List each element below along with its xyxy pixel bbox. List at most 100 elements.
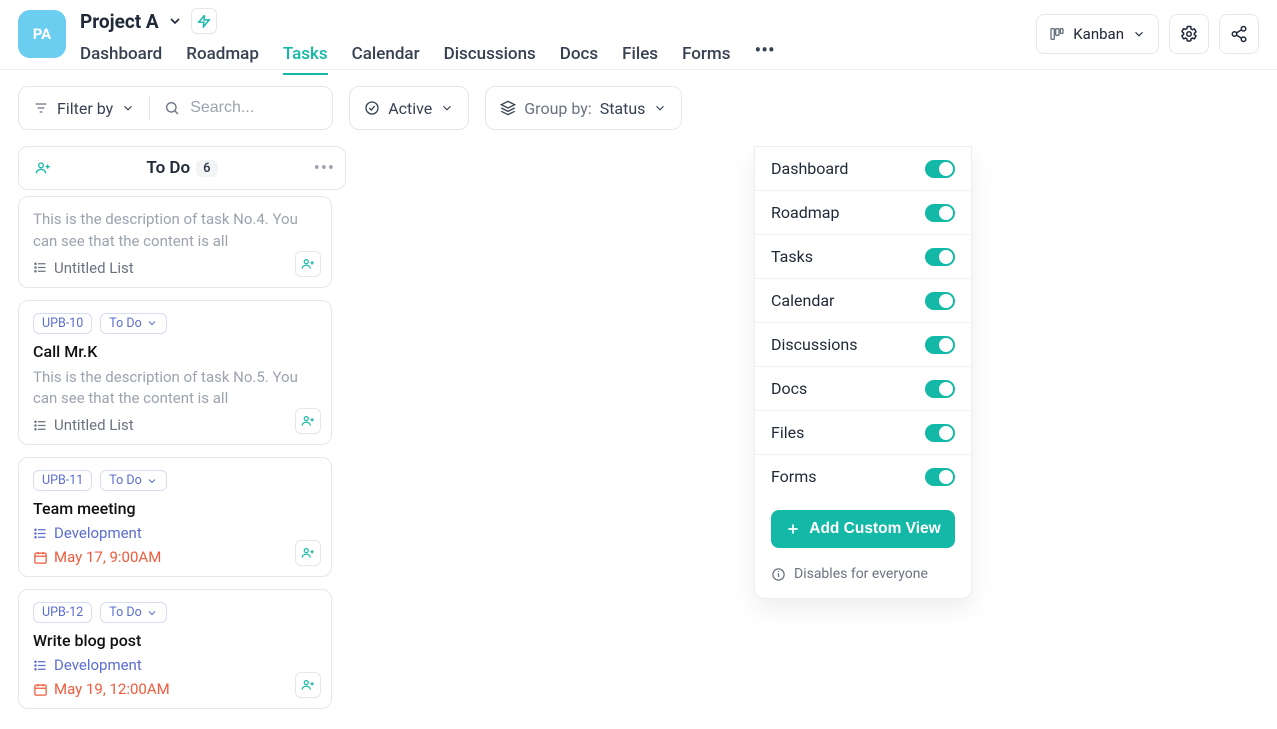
footnote-text: Disables for everyone: [794, 566, 928, 582]
dropdown-item-label: Discussions: [771, 335, 857, 354]
toggle-forms[interactable]: [925, 468, 955, 486]
toggle-roadmap[interactable]: [925, 204, 955, 222]
task-title: Team meeting: [33, 499, 317, 518]
task-date: May 19, 12:00AM: [33, 680, 317, 698]
task-status-tag[interactable]: To Do: [100, 602, 166, 623]
task-status-tag[interactable]: To Do: [100, 313, 166, 334]
task-list[interactable]: Development: [33, 656, 317, 674]
dropdown-row-roadmap: Roadmap: [755, 191, 971, 235]
chevron-down-icon: [121, 101, 135, 115]
add-custom-label: Add Custom View: [809, 520, 940, 538]
task-id-tag: UPB-12: [33, 602, 92, 623]
filter-by-button[interactable]: Filter by: [19, 87, 149, 129]
task-list[interactable]: Untitled List: [33, 259, 317, 277]
dropdown-item-label: Dashboard: [771, 159, 848, 178]
column-menu-button[interactable]: •••: [314, 158, 335, 179]
dropdown-item-label: Tasks: [771, 247, 813, 266]
nav-tab-tasks[interactable]: Tasks: [283, 44, 328, 74]
dropdown-row-tasks: Tasks: [755, 235, 971, 279]
assign-button[interactable]: [295, 251, 321, 277]
task-card[interactable]: UPB-12 To Do Write blog post Development Ma…: [18, 589, 332, 709]
view-selector[interactable]: Kanban: [1036, 14, 1159, 54]
toolbar: Filter by Active Group by: Status: [0, 70, 1277, 146]
header-right: Kanban: [1036, 14, 1259, 54]
dropdown-item-label: Files: [771, 423, 804, 442]
project-block: Project A DashboardRoadmapTasksCalendarD…: [80, 8, 775, 74]
project-title: Project A: [80, 10, 159, 33]
toggle-dashboard[interactable]: [925, 160, 955, 178]
toggle-discussions[interactable]: [925, 336, 955, 354]
add-custom-view-button[interactable]: Add Custom View: [771, 510, 955, 548]
dropdown-row-forms: Forms: [755, 455, 971, 498]
dropdown-item-label: Roadmap: [771, 203, 839, 222]
settings-button[interactable]: [1169, 14, 1209, 54]
nav-more-button[interactable]: •••: [754, 38, 774, 74]
task-card[interactable]: This is the description of task No.4. Yo…: [18, 196, 332, 288]
chevron-down-icon: [440, 101, 454, 115]
info-icon: [771, 567, 786, 582]
dropdown-row-files: Files: [755, 411, 971, 455]
nav-tab-roadmap[interactable]: Roadmap: [186, 44, 259, 74]
toggle-files[interactable]: [925, 424, 955, 442]
nav-tab-dashboard[interactable]: Dashboard: [80, 44, 162, 74]
task-description: This is the description of task No.4. Yo…: [33, 209, 317, 253]
column-header: To Do 6 •••: [18, 146, 346, 190]
task-date: May 17, 9:00AM: [33, 548, 317, 566]
toggle-docs[interactable]: [925, 380, 955, 398]
task-card[interactable]: UPB-11 To Do Team meeting Development May 1…: [18, 457, 332, 577]
nav-tab-forms[interactable]: Forms: [682, 44, 730, 74]
dropdown-row-discussions: Discussions: [755, 323, 971, 367]
plus-icon: [785, 521, 801, 537]
nav-tabs: Dashboard Roadmap Tasks Calendar Discussions…: [80, 38, 775, 74]
automation-button[interactable]: [191, 8, 217, 34]
project-title-row: Project A: [80, 8, 775, 34]
app-header: PA Project A DashboardRoadmapTasksCalend…: [0, 0, 1277, 70]
task-id-tag: UPB-11: [33, 470, 92, 491]
nav-visibility-dropdown: Dashboard Roadmap Tasks Calendar Discussions…: [754, 146, 972, 599]
dropdown-row-dashboard: Dashboard: [755, 147, 971, 191]
dropdown-item-label: Forms: [771, 467, 817, 486]
search-icon: [164, 100, 180, 116]
project-avatar[interactable]: PA: [18, 10, 66, 58]
filter-label: Filter by: [57, 99, 113, 118]
group-by-label: Group by:: [524, 99, 591, 118]
share-button[interactable]: [1219, 14, 1259, 54]
search-input[interactable]: [188, 98, 318, 118]
toggle-calendar[interactable]: [925, 292, 955, 310]
task-id-tag: UPB-10: [33, 313, 92, 334]
task-description: This is the description of task No.5. Yo…: [33, 367, 317, 411]
toggle-tasks[interactable]: [925, 248, 955, 266]
assign-button[interactable]: [295, 540, 321, 566]
task-status-tag[interactable]: To Do: [100, 470, 166, 491]
active-filter[interactable]: Active: [349, 86, 469, 130]
header-left: PA Project A Dashboard Roadmap Tasks Calend…: [18, 8, 775, 74]
check-circle-icon: [364, 100, 380, 116]
nav-tab-files[interactable]: Files: [622, 44, 658, 74]
card-list[interactable]: This is the description of task No.4. Yo…: [18, 196, 346, 729]
nav-tab-docs[interactable]: Docs: [560, 44, 598, 74]
assign-button[interactable]: [295, 672, 321, 698]
task-list[interactable]: Development: [33, 524, 317, 542]
filter-icon: [33, 100, 49, 116]
column-title: To Do: [146, 158, 190, 178]
nav-tab-discussions[interactable]: Discussions: [444, 44, 536, 74]
task-title: Call Mr.K: [33, 342, 317, 361]
chevron-down-icon[interactable]: [167, 13, 183, 29]
dropdown-footnote: Disables for everyone: [755, 552, 971, 598]
task-title: Write blog post: [33, 631, 317, 650]
add-member-button[interactable]: [29, 154, 57, 182]
dropdown-item-label: Docs: [771, 379, 807, 398]
task-card[interactable]: UPB-10 To Do Call Mr.K This is the descrip…: [18, 300, 332, 446]
view-label: Kanban: [1073, 25, 1124, 43]
assign-button[interactable]: [295, 408, 321, 434]
group-by-value: Status: [600, 99, 646, 118]
dropdown-item-label: Calendar: [771, 291, 834, 310]
group-by[interactable]: Group by: Status: [485, 86, 682, 130]
filter-and-search: Filter by: [18, 86, 333, 130]
kanban-icon: [1049, 26, 1065, 42]
task-list[interactable]: Untitled List: [33, 416, 317, 434]
nav-tab-calendar[interactable]: Calendar: [352, 44, 420, 74]
search-wrapper: [150, 87, 332, 129]
chevron-down-icon: [1132, 27, 1146, 41]
project-initials: PA: [33, 25, 52, 43]
